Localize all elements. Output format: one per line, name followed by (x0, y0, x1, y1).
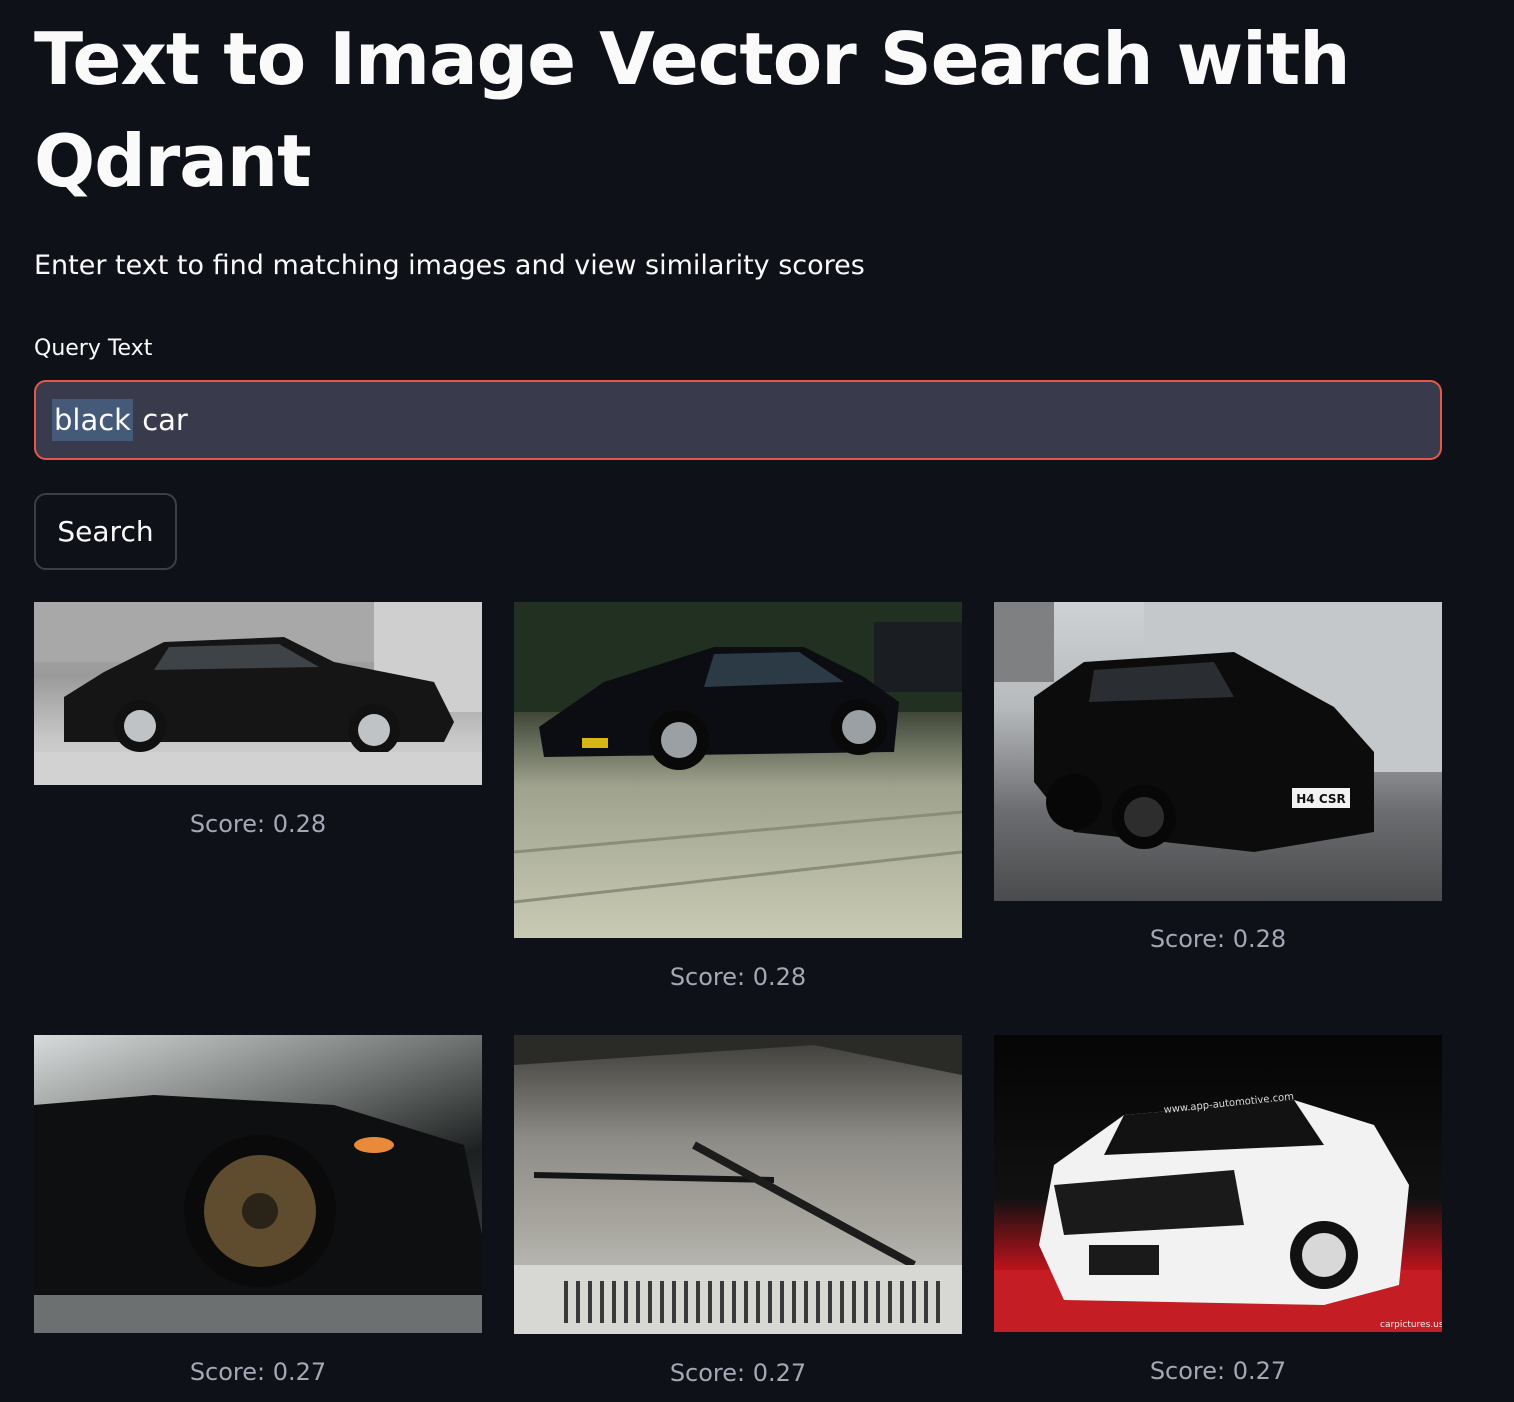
result-score: Score: 0.28 (669, 963, 807, 991)
result-card: www.app-automotive.com carpictures.us Sc… (994, 1035, 1442, 1385)
result-image[interactable]: H4 CSR (994, 602, 1442, 901)
black-sedan-image (34, 602, 482, 785)
result-score: Score: 0.28 (1149, 925, 1287, 953)
black-coupe-image (514, 602, 962, 904)
result-image[interactable] (514, 1035, 962, 1334)
result-card: Score: 0.27 (514, 1035, 962, 1387)
license-plate-text: H4 CSR (1296, 792, 1345, 806)
result-score: Score: 0.27 (189, 1358, 327, 1386)
result-image[interactable]: www.app-automotive.com carpictures.us (994, 1035, 1442, 1332)
result-score: Score: 0.28 (189, 810, 327, 838)
black-gtr-image: H4 CSR (994, 602, 1442, 852)
result-score: Score: 0.27 (1149, 1357, 1287, 1385)
page-title: Text to Image Vector Search with Qdrant (34, 17, 1351, 203)
result-image[interactable] (514, 602, 962, 938)
result-card: H4 CSR Score: 0.28 (994, 602, 1442, 953)
query-remaining-text: car (132, 403, 188, 437)
result-card: Score: 0.28 (514, 602, 962, 991)
windshield-wiper-image (514, 1035, 962, 1334)
result-score: Score: 0.27 (669, 1359, 807, 1387)
query-text-input[interactable]: black car (34, 380, 1442, 460)
query-text-label: Query Text (34, 336, 153, 361)
query-selected-text: black (52, 399, 133, 441)
tuned-white-car-image: www.app-automotive.com carpictures.us (994, 1091, 1442, 1332)
page-subtitle: Enter text to find matching images and v… (34, 250, 865, 281)
result-card: Score: 0.28 (34, 602, 482, 838)
result-image[interactable] (34, 602, 482, 785)
search-button[interactable]: Search (34, 493, 177, 570)
watermark-text: carpictures.us (1380, 1320, 1442, 1330)
black-car-wheel-image (34, 1095, 482, 1333)
result-image[interactable] (34, 1035, 482, 1333)
result-card: Score: 0.27 (34, 1035, 482, 1386)
app-page: Text to Image Vector Search with Qdrant … (0, 0, 1514, 1402)
